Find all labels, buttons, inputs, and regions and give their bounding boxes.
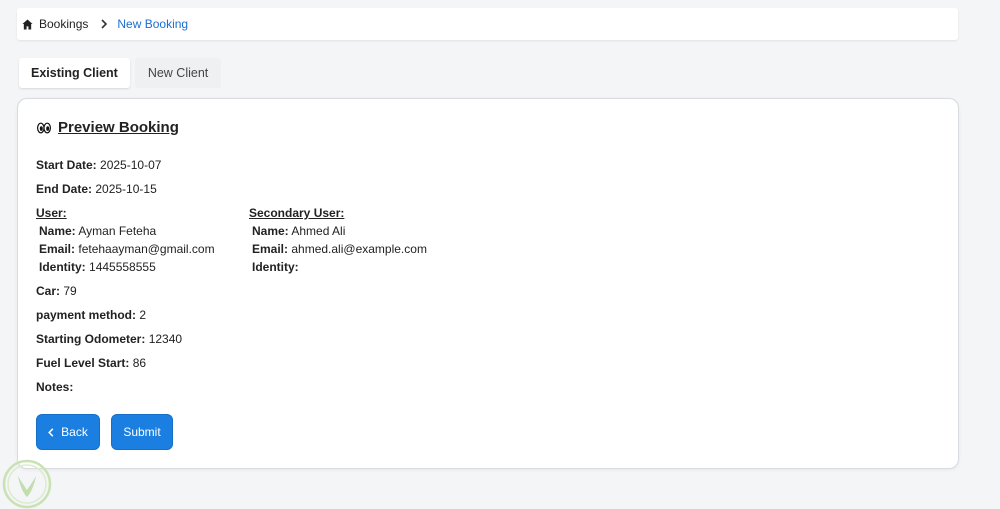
- secondary-user-identity-label: Identity:: [252, 260, 299, 274]
- user-email-row: Email: fetehaayman@gmail.com: [39, 242, 215, 256]
- payment-method-value: 2: [139, 308, 147, 322]
- secondary-user-email-label: Email:: [252, 242, 289, 256]
- start-date-label: Start Date:: [36, 158, 97, 172]
- secondary-user-email-value: ahmed.ali@example.com: [291, 242, 427, 256]
- chevron-left-icon: [48, 427, 54, 437]
- eyes-icon: [37, 122, 51, 133]
- starting-odometer-row: Starting Odometer: 12340: [36, 332, 182, 346]
- user-name-label: Name:: [39, 224, 76, 238]
- tab-existing-client[interactable]: Existing Client: [19, 58, 130, 88]
- client-tabs: Existing Client New Client: [19, 58, 222, 88]
- secondary-user-heading: Secondary User:: [249, 206, 345, 220]
- user-identity-value: 1445558555: [89, 260, 156, 274]
- notes-label: Notes:: [36, 380, 74, 394]
- payment-method-row: payment method: 2: [36, 308, 146, 322]
- secondary-user-identity-row: Identity:: [252, 260, 299, 274]
- breadcrumb-bookings-link[interactable]: Bookings: [39, 17, 88, 31]
- preview-booking-card: Preview Booking Start Date: 2025-10-07 E…: [17, 98, 959, 469]
- secondary-user-name-row: Name: Ahmed Ali: [252, 224, 345, 238]
- back-button-label: Back: [61, 425, 88, 439]
- submit-button-label: Submit: [123, 425, 161, 439]
- car-value: 79: [63, 284, 77, 298]
- user-name-row: Name: Ayman Feteha: [39, 224, 156, 238]
- payment-method-label: payment method:: [36, 308, 137, 322]
- starting-odometer-label: Starting Odometer:: [36, 332, 146, 346]
- page-title: Preview Booking: [37, 119, 179, 136]
- car-label: Car:: [36, 284, 61, 298]
- user-email-label: Email:: [39, 242, 76, 256]
- fuel-level-label: Fuel Level Start:: [36, 356, 130, 370]
- starting-odometer-value: 12340: [148, 332, 183, 346]
- end-date-label: End Date:: [36, 182, 93, 196]
- start-date-row: Start Date: 2025-10-07: [36, 158, 161, 172]
- secondary-user-name-value: Ahmed Ali: [291, 224, 346, 238]
- back-button[interactable]: Back: [36, 414, 100, 450]
- breadcrumb: Bookings New Booking: [17, 8, 958, 40]
- secondary-user-name-label: Name:: [252, 224, 289, 238]
- user-name-value: Ayman Feteha: [78, 224, 157, 238]
- chevron-right-icon: [100, 19, 108, 29]
- user-identity-row: Identity: 1445558555: [39, 260, 156, 274]
- fuel-level-row: Fuel Level Start: 86: [36, 356, 146, 370]
- fuel-level-value: 86: [132, 356, 147, 370]
- car-row: Car: 79: [36, 284, 77, 298]
- preview-title-text: Preview Booking: [58, 119, 179, 136]
- user-identity-label: Identity:: [39, 260, 86, 274]
- submit-button[interactable]: Submit: [111, 414, 173, 450]
- tab-new-client[interactable]: New Client: [134, 58, 222, 88]
- breadcrumb-current[interactable]: New Booking: [117, 17, 188, 31]
- home-icon[interactable]: [22, 18, 33, 30]
- watermark-logo: [2, 459, 52, 509]
- end-date-row: End Date: 2025-10-15: [36, 182, 157, 196]
- secondary-user-email-row: Email: ahmed.ali@example.com: [252, 242, 427, 256]
- end-date-value: 2025-10-15: [95, 182, 157, 196]
- user-heading: User:: [36, 206, 67, 220]
- start-date-value: 2025-10-07: [100, 158, 162, 172]
- user-email-value: fetehaayman@gmail.com: [78, 242, 215, 256]
- notes-row: Notes:: [36, 380, 73, 394]
